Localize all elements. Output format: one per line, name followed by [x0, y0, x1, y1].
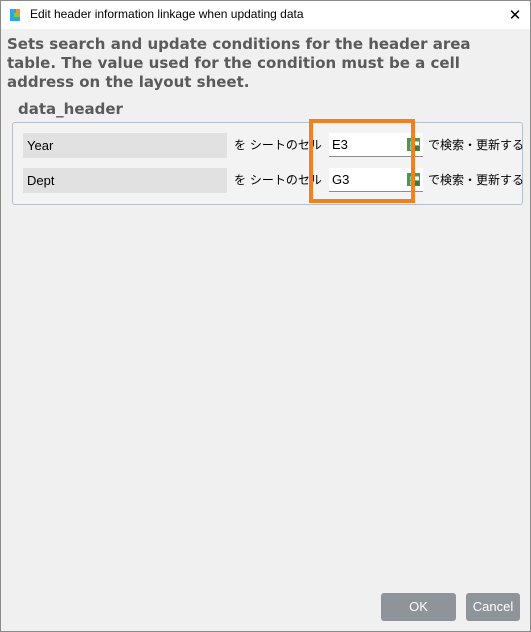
close-icon: ✕ [508, 7, 522, 24]
window-title: Edit header information linkage when upd… [30, 7, 304, 21]
app-logo-icon [10, 9, 20, 21]
ok-button[interactable]: OK [381, 593, 456, 621]
cell-address-value: G3 [332, 172, 350, 187]
grid-select-icon[interactable] [407, 173, 420, 186]
description-text: Sets search and update conditions for th… [7, 35, 471, 91]
grid-select-icon[interactable] [407, 138, 420, 151]
field-name-label: Dept [23, 168, 227, 193]
cell-address-input[interactable]: G3 [329, 168, 423, 192]
linkage-row-dept: Dept を シートのセル G3 で検索・更新する [22, 168, 524, 194]
section-title: data_header [18, 100, 123, 118]
prefix-label: を シートのセル [234, 173, 322, 187]
suffix-label: で検索・更新する [428, 173, 525, 187]
prefix-label: を シートのセル [234, 138, 322, 152]
title-bar: Edit header information linkage when upd… [1, 1, 530, 29]
field-name-label: Year [23, 133, 227, 158]
cell-address-input[interactable]: E3 [329, 133, 423, 157]
close-button[interactable]: ✕ [500, 1, 530, 29]
suffix-label: で検索・更新する [428, 138, 525, 152]
cell-address-value: E3 [332, 137, 348, 152]
cancel-button[interactable]: Cancel [466, 593, 520, 621]
header-linkage-group: Year を シートのセル E3 で検索・更新する Dept を シートのセル … [12, 122, 524, 205]
linkage-row-year: Year を シートのセル E3 で検索・更新する [22, 133, 524, 159]
dialog-window: Edit header information linkage when upd… [0, 0, 531, 632]
